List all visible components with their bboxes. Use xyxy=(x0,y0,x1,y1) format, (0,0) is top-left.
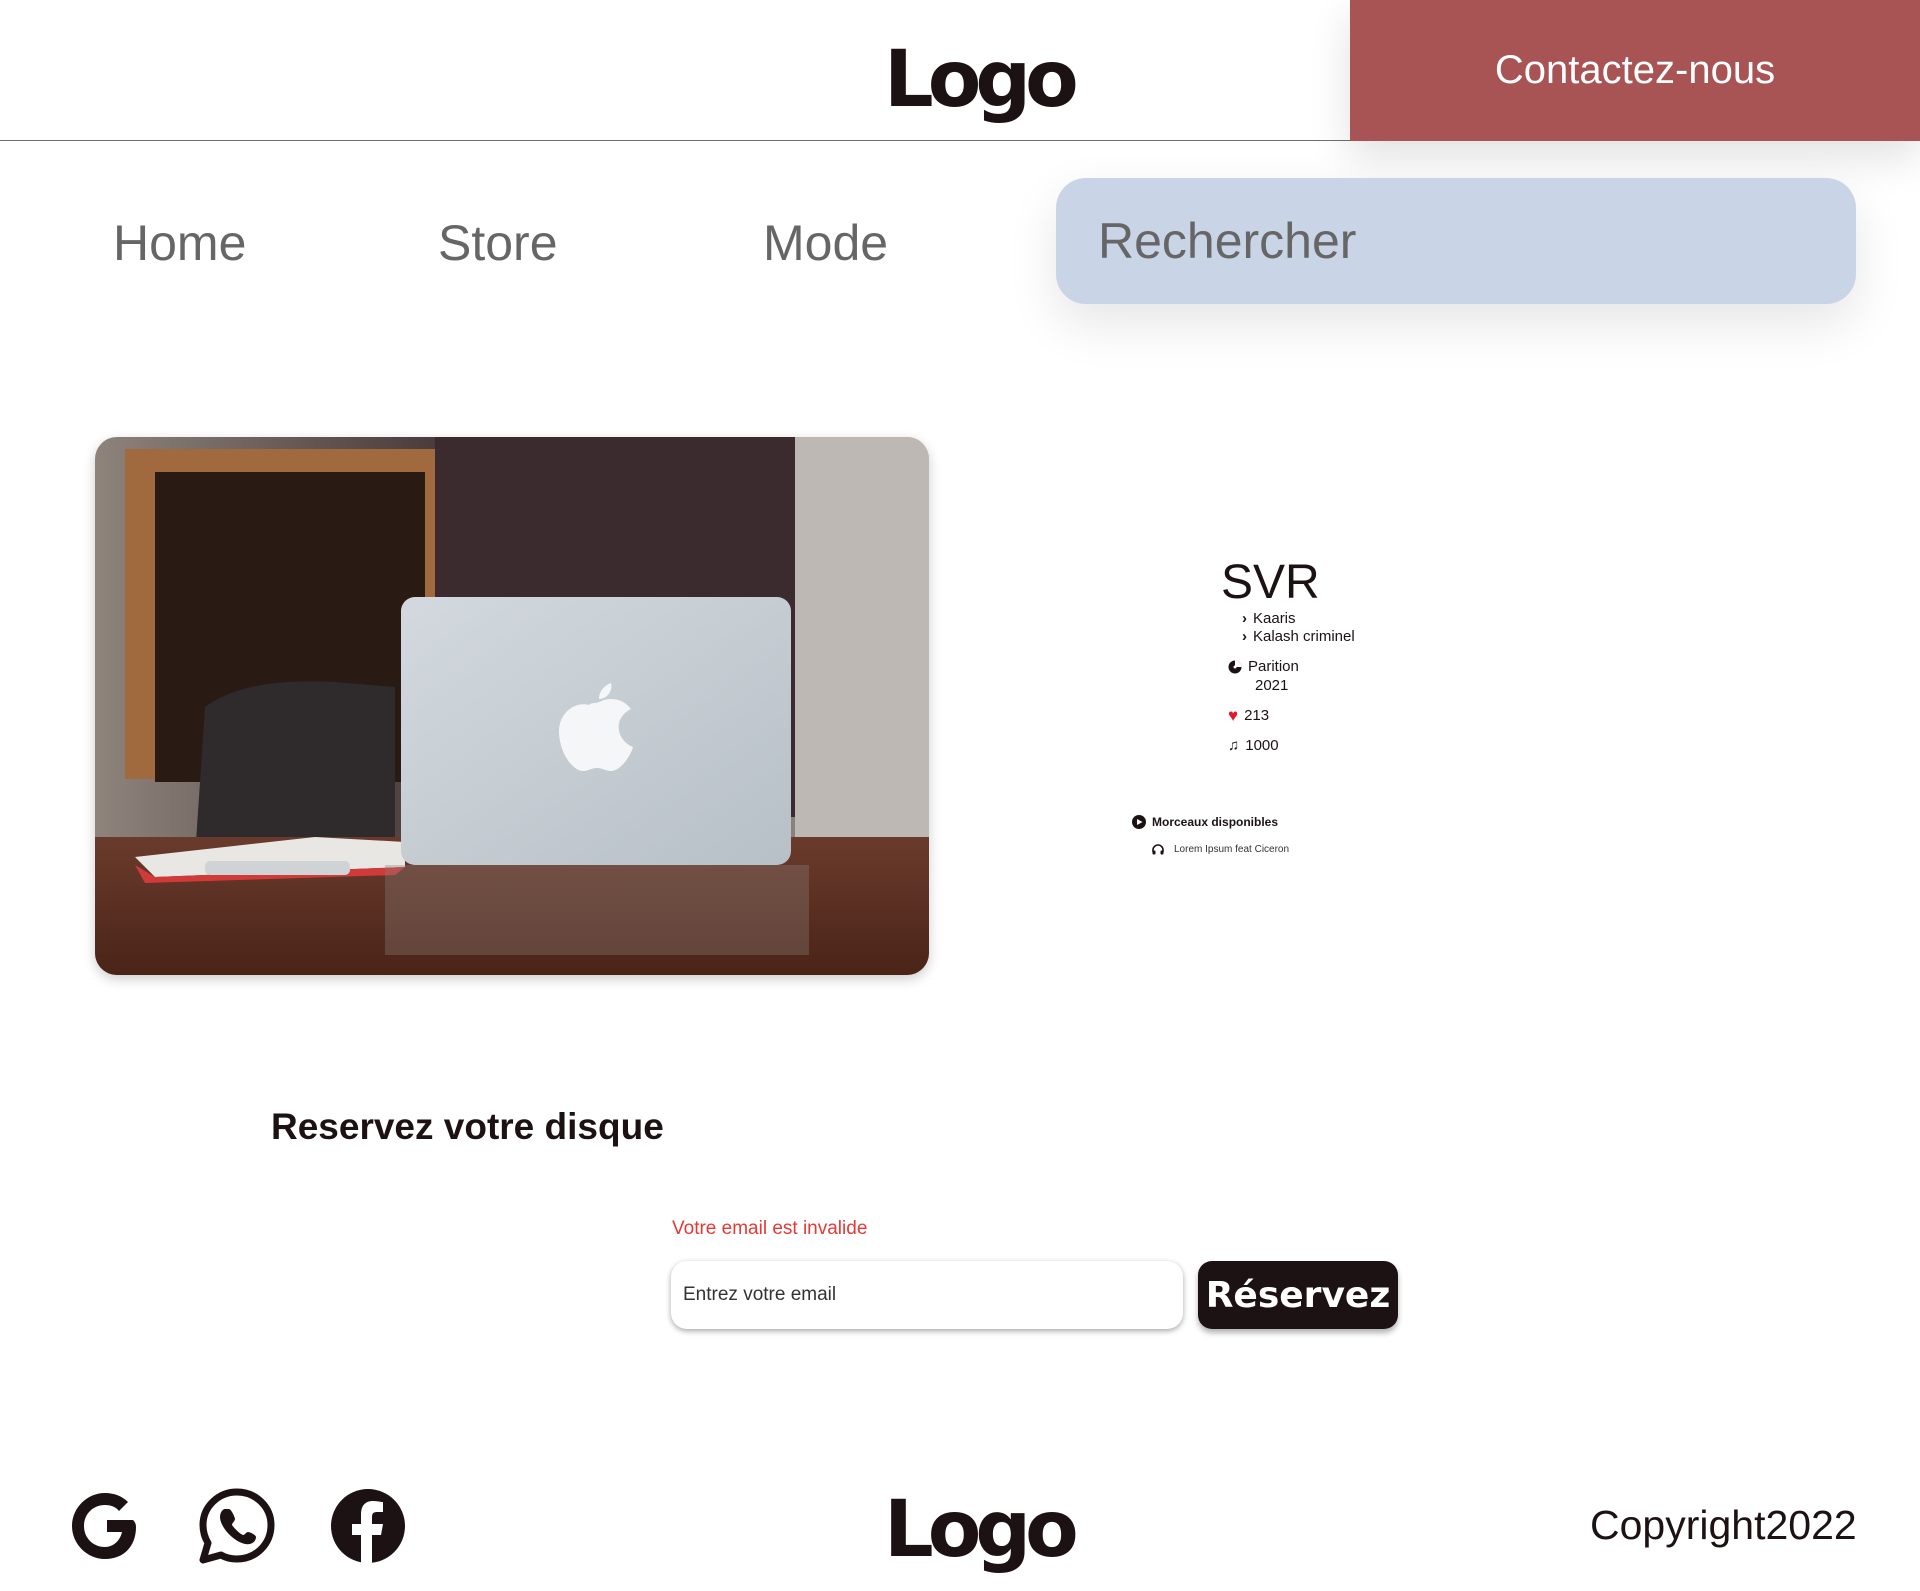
search-box xyxy=(1056,178,1856,304)
reserve-title: Reservez votre disque xyxy=(271,1106,664,1147)
artist-name: Kalash criminel xyxy=(1253,628,1355,645)
header-logo[interactable]: Logo xyxy=(884,41,1079,119)
chevron-right-icon: › xyxy=(1242,610,1247,627)
nav-store-link[interactable]: Store xyxy=(438,218,558,268)
music-note-icon: ♫ xyxy=(1228,737,1240,754)
laptop-desk-illustration xyxy=(95,437,929,975)
play-circle-icon[interactable] xyxy=(1132,815,1146,829)
plays-row: ♫ 1000 xyxy=(1228,738,1279,753)
email-field[interactable] xyxy=(671,1261,1183,1329)
album-title: SVR xyxy=(1221,556,1320,609)
artist-name: Kaaris xyxy=(1253,610,1296,627)
google-icon[interactable] xyxy=(67,1487,145,1565)
label-row: Parition xyxy=(1228,659,1299,674)
copyright-text: Copyright2022 xyxy=(1590,1502,1857,1548)
tracks-heading-label: Morceaux disponibles xyxy=(1152,815,1279,829)
heart-icon[interactable]: ♥ xyxy=(1228,707,1238,724)
headphones-icon xyxy=(1152,844,1164,855)
artist-item[interactable]: › Kalash criminel xyxy=(1242,629,1355,644)
contact-button[interactable]: Contactez-nous xyxy=(1350,0,1920,141)
album-cover-image xyxy=(95,437,929,975)
footer-logo[interactable]: Logo xyxy=(884,1491,1079,1569)
plays-count: 1000 xyxy=(1245,737,1279,754)
nav-home-link[interactable]: Home xyxy=(113,218,246,268)
top-header: Logo Contactez-nous xyxy=(0,0,1920,141)
whatsapp-icon[interactable] xyxy=(198,1487,276,1565)
facebook-icon[interactable] xyxy=(329,1487,407,1565)
disc-icon xyxy=(1228,660,1242,673)
tracks-heading: Morceaux disponibles xyxy=(1132,815,1278,829)
nav-mode-link[interactable]: Mode xyxy=(763,218,888,268)
track-item[interactable]: Lorem Ipsum feat Ciceron xyxy=(1152,844,1289,855)
track-title: Lorem Ipsum feat Ciceron xyxy=(1174,844,1290,855)
artist-item[interactable]: › Kaaris xyxy=(1242,611,1296,626)
search-input[interactable] xyxy=(1056,178,1856,304)
email-error-message: Votre email est invalide xyxy=(672,1218,868,1239)
album-year: 2021 xyxy=(1255,677,1289,694)
reserve-button[interactable]: Réservez xyxy=(1198,1261,1398,1329)
page: Logo Contactez-nous Home Store Mode Rech… xyxy=(0,0,1920,1591)
likes-row[interactable]: ♥ 213 xyxy=(1228,707,1269,724)
likes-count: 213 xyxy=(1244,707,1270,724)
year-row: 2021 xyxy=(1255,678,1288,693)
album-label: Parition xyxy=(1248,658,1299,675)
chevron-right-icon: › xyxy=(1242,628,1247,645)
